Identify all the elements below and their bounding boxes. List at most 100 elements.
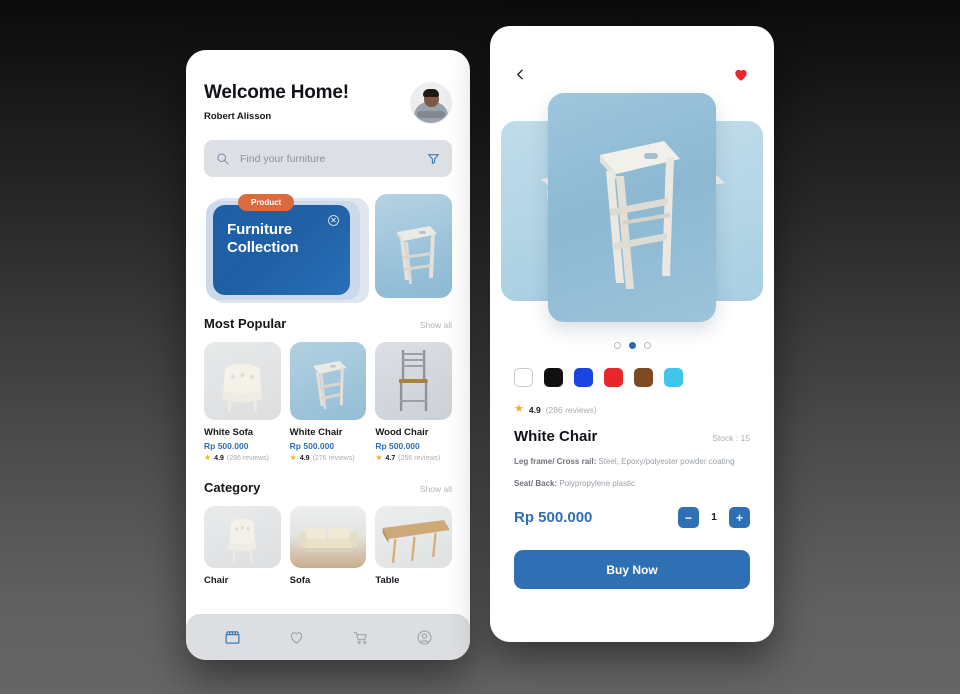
- avatar-arms: [417, 110, 445, 118]
- quantity-decrease-button[interactable]: −: [678, 507, 699, 529]
- stool-illustration: [312, 361, 347, 409]
- product-image-wood-chair: [375, 342, 453, 420]
- product-rating: ★ 4.7 (256 reviews): [375, 454, 452, 462]
- back-chevron-icon[interactable]: [514, 66, 527, 83]
- spec-leg-frame: Leg frame/ Cross rail: Steel, Epoxy/poly…: [490, 456, 774, 468]
- rating-value: 4.9: [214, 454, 224, 462]
- chair-illustration: [227, 518, 257, 563]
- screenshot-stage: Welcome Home! Robert Alisson Find your f…: [0, 0, 960, 694]
- quantity-increase-button[interactable]: +: [729, 507, 750, 529]
- color-swatch-white[interactable]: [514, 368, 533, 387]
- price-quantity-row: Rp 500.000 − 1 +: [490, 507, 774, 529]
- banner-line-1: Furniture: [227, 221, 292, 238]
- category-image-chair: [204, 506, 281, 568]
- wood-chair-illustration: [399, 350, 429, 411]
- spec-label: Leg frame/ Cross rail:: [514, 457, 597, 466]
- star-icon: ★: [514, 403, 524, 415]
- home-header: Welcome Home! Robert Alisson: [186, 50, 470, 124]
- close-circle-icon[interactable]: ✕: [328, 215, 339, 226]
- review-count: (276 reviews): [312, 454, 355, 462]
- search-input[interactable]: Find your furniture: [240, 153, 416, 165]
- detail-title-row: White Chair Stock : 15: [490, 428, 774, 445]
- color-swatch-brown[interactable]: [634, 368, 653, 387]
- popular-show-all-link[interactable]: Show all: [420, 320, 452, 330]
- product-name: White Chair: [289, 427, 343, 438]
- color-swatch-cyan[interactable]: [664, 368, 683, 387]
- buy-now-button[interactable]: Buy Now: [514, 550, 750, 590]
- stool-illustration: [600, 141, 680, 289]
- nav-profile-icon[interactable]: [416, 629, 433, 646]
- user-avatar[interactable]: [410, 82, 452, 124]
- home-screen-phone: Welcome Home! Robert Alisson Find your f…: [186, 50, 470, 660]
- bottom-navigation: [186, 614, 470, 660]
- product-title: White Chair: [514, 428, 598, 445]
- category-show-all-link[interactable]: Show all: [420, 484, 452, 494]
- sofa-illustration: [298, 528, 358, 552]
- carousel-main-image[interactable]: [548, 93, 716, 322]
- stock-label: Stock : 15: [712, 433, 750, 443]
- greeting-block: Welcome Home! Robert Alisson: [204, 82, 349, 122]
- color-swatch-black[interactable]: [544, 368, 563, 387]
- carousel-dot[interactable]: [643, 342, 651, 349]
- username-label: Robert Alisson: [204, 111, 272, 122]
- promo-banner[interactable]: Furniture Collection ✕ Product: [204, 194, 452, 303]
- rating-value: 4.9: [299, 454, 310, 462]
- nav-store-icon[interactable]: [224, 629, 241, 646]
- quantity-value: 1: [711, 512, 717, 524]
- carousel-dot[interactable]: [613, 342, 621, 349]
- carousel-dots: [490, 342, 774, 349]
- product-image-carousel[interactable]: [490, 93, 774, 328]
- page-title: Welcome Home!: [204, 82, 349, 103]
- table-illustration: [383, 520, 451, 564]
- category-name: Chair: [204, 575, 229, 586]
- category-heading: Category: [204, 480, 261, 495]
- nav-heart-icon[interactable]: [288, 629, 305, 646]
- product-name: Wood Chair: [375, 427, 429, 438]
- rating-value: 4.7: [385, 454, 396, 462]
- quantity-stepper: − 1 +: [678, 507, 750, 529]
- product-rating: ★ 4.9 (276 reviews): [290, 454, 367, 462]
- product-image-white-chair: [289, 342, 367, 420]
- category-list: Chair Sofa Table: [204, 506, 453, 586]
- product-price: Rp 500.000: [204, 441, 249, 451]
- banner-card[interactable]: Furniture Collection ✕ Product: [204, 194, 369, 303]
- category-card[interactable]: Chair: [204, 506, 281, 586]
- star-icon: ★: [289, 453, 297, 462]
- category-card[interactable]: Sofa: [289, 506, 367, 586]
- banner-line-2: Collection: [227, 239, 299, 257]
- star-icon: ★: [375, 453, 383, 462]
- product-card[interactable]: Wood Chair Rp 500.000 ★ 4.7 (256 reviews…: [375, 342, 453, 462]
- category-name: Sofa: [289, 575, 311, 586]
- heart-filled-icon[interactable]: [732, 66, 750, 83]
- popular-product-list: White Sofa Rp 500.000 ★ 4.9 (286 reviews…: [204, 342, 453, 462]
- nav-cart-icon[interactable]: [352, 629, 369, 646]
- product-price: Rp 500.000: [375, 441, 420, 451]
- category-section-header: Category Show all: [204, 480, 452, 495]
- carousel-dot-active[interactable]: [628, 342, 636, 349]
- product-card[interactable]: White Chair Rp 500.000 ★ 4.9 (276 review…: [289, 342, 367, 462]
- search-icon: [216, 152, 229, 165]
- banner-main-card[interactable]: Furniture Collection ✕: [213, 205, 350, 295]
- color-swatch-list: [490, 368, 774, 387]
- rating-value: 4.9: [528, 404, 541, 415]
- detail-top-bar: [490, 26, 774, 83]
- filter-icon[interactable]: [427, 152, 440, 165]
- search-bar[interactable]: Find your furniture: [204, 140, 452, 177]
- star-icon: ★: [204, 453, 212, 462]
- detail-rating: ★ 4.9 (286 reviews): [490, 404, 774, 415]
- product-rating: ★ 4.9 (286 reviews): [204, 454, 281, 462]
- color-swatch-blue[interactable]: [574, 368, 593, 387]
- spec-seat-back: Seat/ Back: Polypropylene plastic: [490, 478, 774, 490]
- product-image-white-sofa: [204, 342, 281, 420]
- banner-thumbnail[interactable]: [375, 194, 452, 298]
- popular-heading: Most Popular: [204, 316, 287, 331]
- product-price: Rp 500.000: [289, 441, 335, 451]
- product-card[interactable]: White Sofa Rp 500.000 ★ 4.9 (286 reviews…: [204, 342, 281, 462]
- popular-section-header: Most Popular Show all: [204, 316, 452, 331]
- category-card[interactable]: Table: [375, 506, 453, 586]
- spec-value: Polypropylene plastic: [557, 478, 635, 488]
- color-swatch-red[interactable]: [604, 368, 623, 387]
- review-count: (256 reviews): [398, 454, 441, 462]
- category-name: Table: [375, 575, 400, 586]
- spec-value: Steel, Epoxy/polyester powder coating: [596, 457, 735, 466]
